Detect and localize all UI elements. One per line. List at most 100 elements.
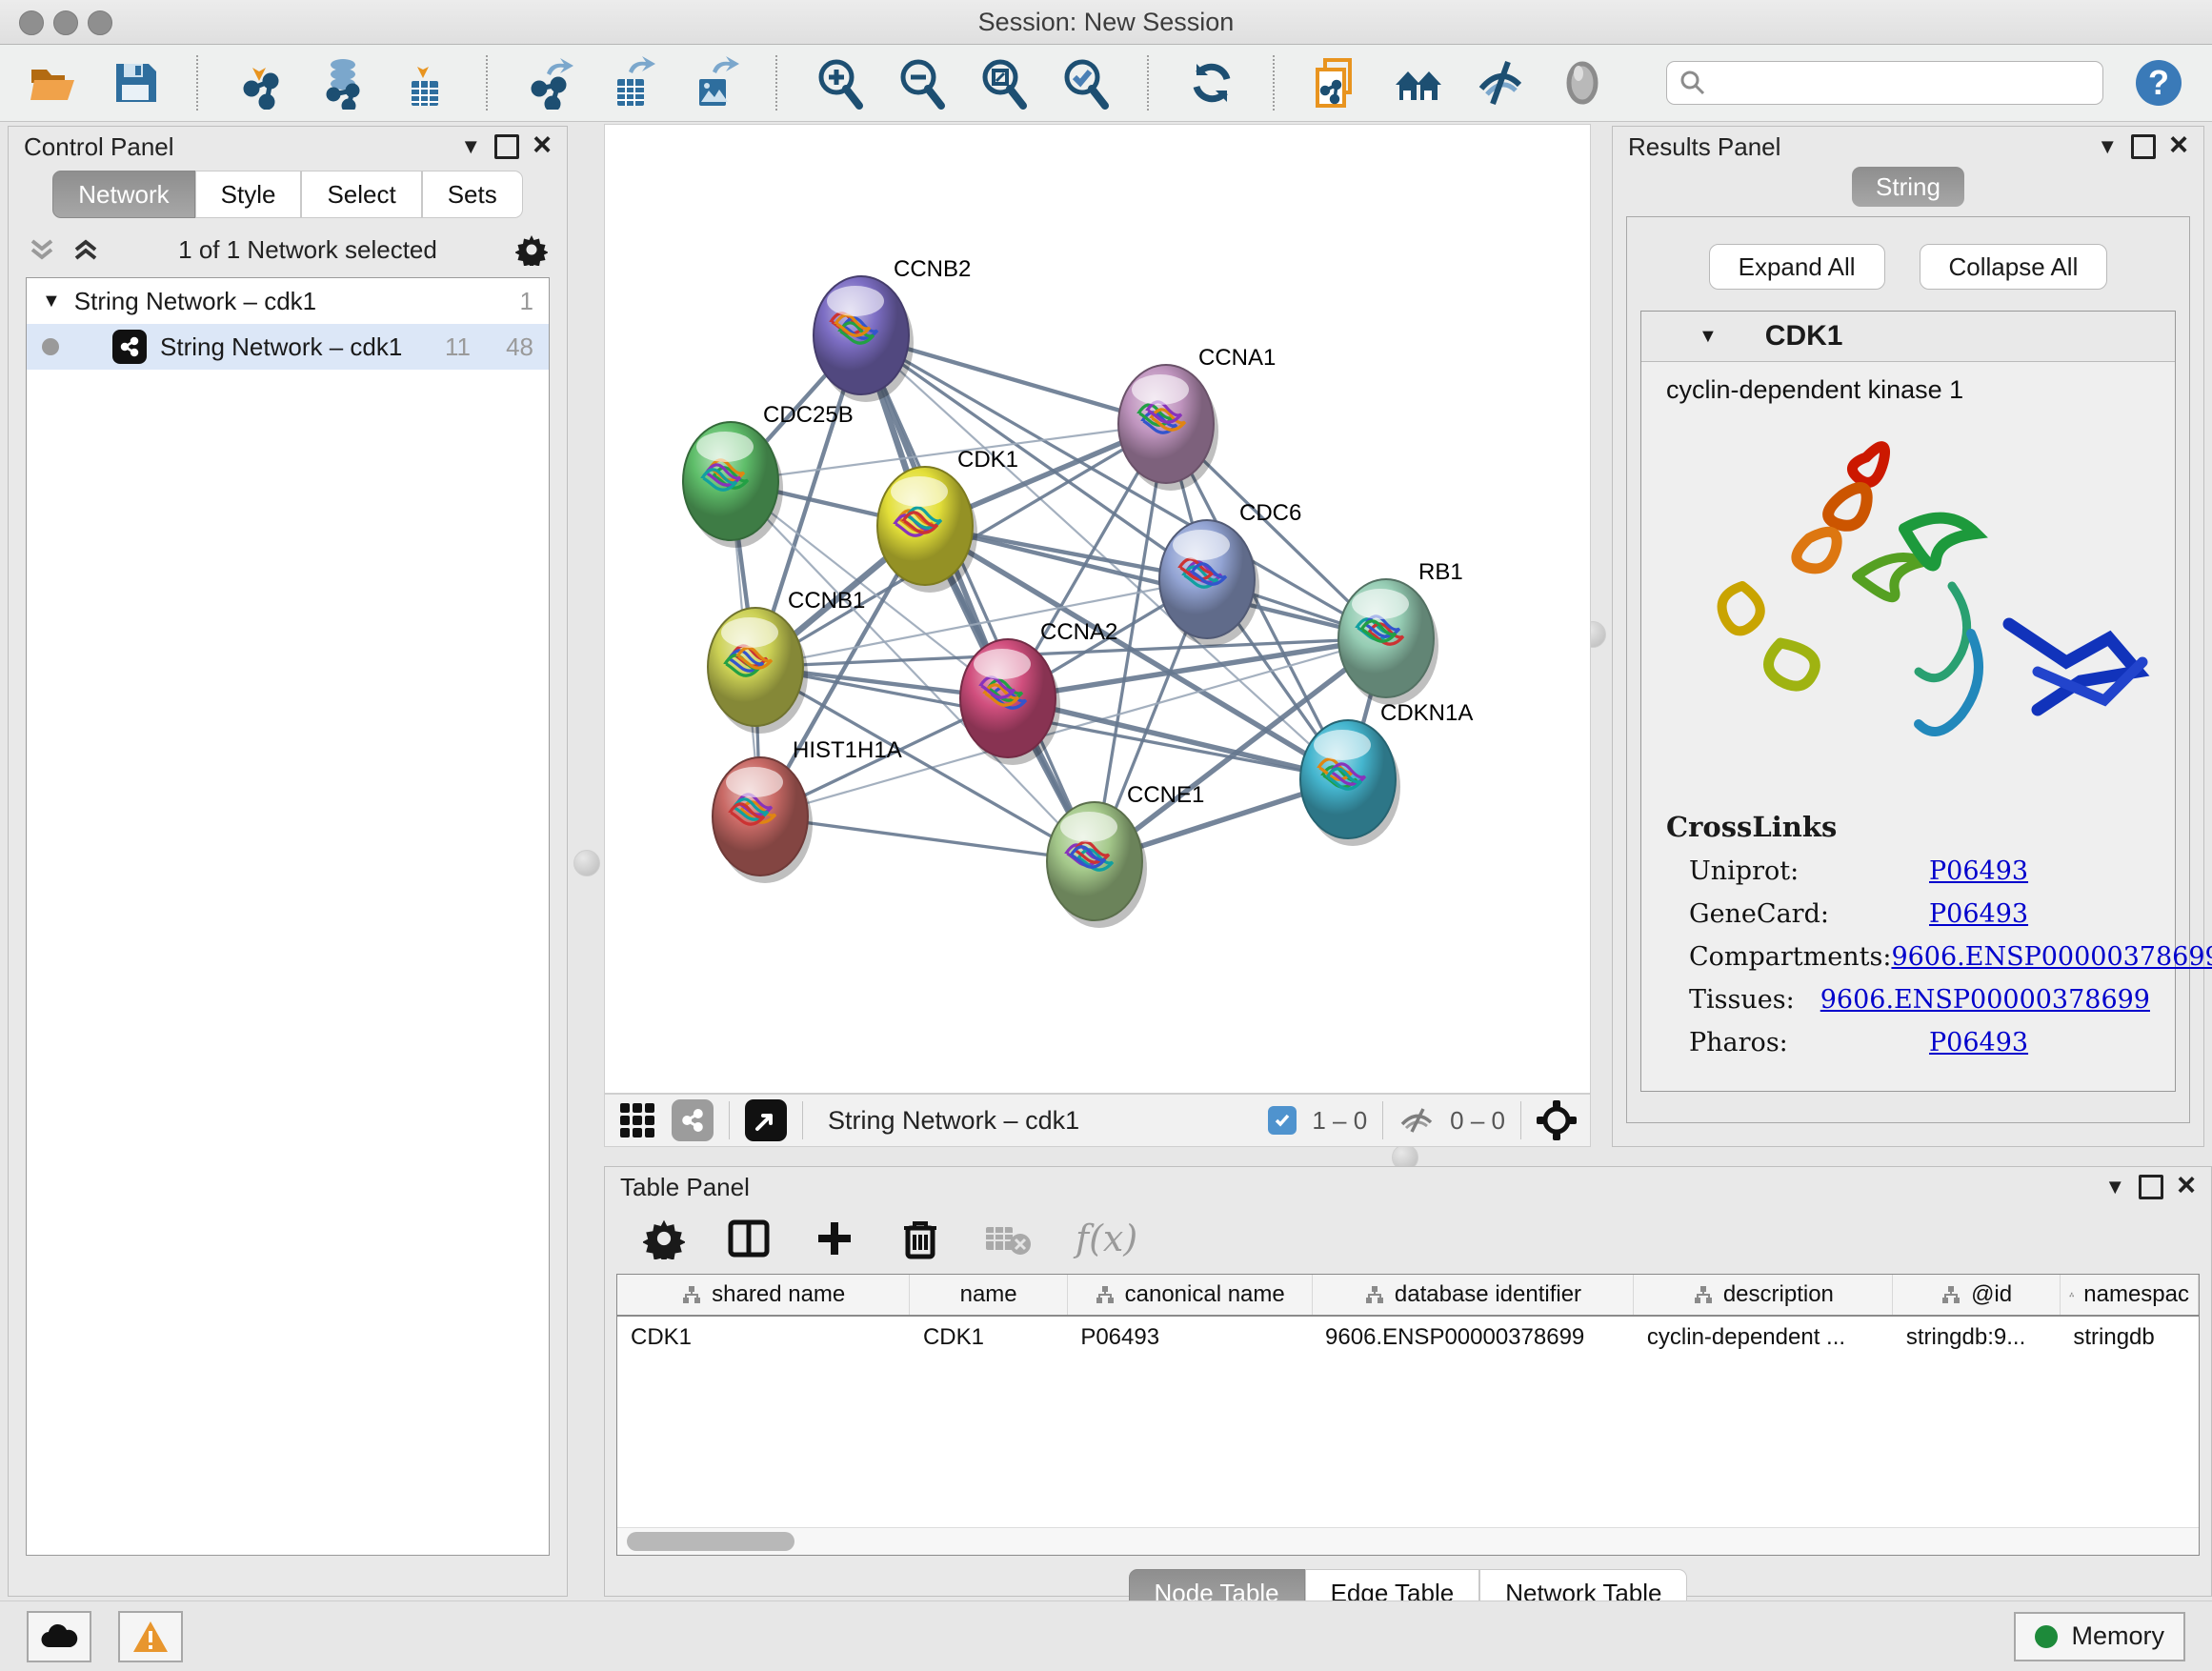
- node-cdc6[interactable]: CDC6: [1159, 500, 1301, 646]
- node-ccnb2[interactable]: CCNB2: [814, 256, 971, 402]
- table-cell[interactable]: 9606.ENSP00000378699: [1312, 1316, 1634, 1359]
- node-details-section: ▼ CDK1 cyclin-dependent kinase 1 CrossLi…: [1640, 311, 2176, 1092]
- crosslinks-heading: CrossLinks: [1666, 811, 2150, 843]
- tab-sets[interactable]: Sets: [422, 171, 523, 218]
- gear-icon[interactable]: [515, 233, 548, 266]
- expand-all-button[interactable]: Expand All: [1709, 244, 1885, 290]
- home-icon[interactable]: [1392, 55, 1445, 111]
- tab-select[interactable]: Select: [301, 171, 421, 218]
- left-splitter-handle[interactable]: [573, 850, 600, 876]
- delete-column-icon[interactable]: [898, 1217, 942, 1260]
- hide-selected-icon[interactable]: [1474, 55, 1527, 111]
- column-header-database-identifier[interactable]: database identifier: [1312, 1275, 1634, 1316]
- show-columns-icon[interactable]: [727, 1217, 771, 1260]
- network-view-icon[interactable]: [672, 1099, 714, 1141]
- panel-close-icon[interactable]: ×: [2177, 1169, 2196, 1201]
- warning-icon: [131, 1620, 170, 1654]
- table-cell[interactable]: P06493: [1067, 1316, 1312, 1359]
- refresh-icon[interactable]: [1185, 55, 1238, 111]
- warning-button[interactable]: [118, 1611, 183, 1662]
- tree-expand-icon[interactable]: ▼: [42, 291, 61, 312]
- tab-style[interactable]: Style: [195, 171, 302, 218]
- window-title: Session: New Session: [0, 8, 2212, 37]
- zoom-fit-icon[interactable]: [977, 55, 1031, 111]
- help-icon[interactable]: ?: [2132, 55, 2185, 111]
- zoom-selected-icon[interactable]: [1059, 55, 1113, 111]
- panel-float-icon[interactable]: [2139, 1175, 2163, 1199]
- panel-close-icon[interactable]: ×: [533, 129, 552, 161]
- save-session-icon[interactable]: [109, 55, 162, 111]
- node-ccna1[interactable]: CCNA1: [1118, 345, 1276, 491]
- export-image-icon[interactable]: [688, 55, 741, 111]
- node-hist1h1a[interactable]: HIST1H1A: [713, 737, 902, 883]
- column-header-name[interactable]: name: [910, 1275, 1067, 1316]
- table-hscrollbar[interactable]: [617, 1527, 2199, 1555]
- edge-ccnb2-ccne1[interactable]: [861, 335, 1095, 861]
- network-collection-row[interactable]: ▼ String Network – cdk1 1: [27, 278, 549, 324]
- tab-network[interactable]: Network: [52, 171, 194, 218]
- column-header-canonical-name[interactable]: canonical name: [1067, 1275, 1312, 1316]
- cloud-button[interactable]: [27, 1611, 91, 1662]
- node-label: CDC6: [1239, 500, 1301, 526]
- zoom-out-icon[interactable]: [895, 55, 949, 111]
- collapse-all-icon[interactable]: [28, 235, 56, 264]
- import-network-icon[interactable]: [234, 55, 288, 111]
- birdseye-icon[interactable]: [1537, 1100, 1577, 1140]
- table-cell[interactable]: stringdb: [2060, 1316, 2198, 1359]
- table-settings-gear-icon[interactable]: [643, 1218, 685, 1259]
- node-ccnb1[interactable]: CCNB1: [708, 588, 865, 734]
- crosslink-link[interactable]: 9606.ENSP00000378699: [1820, 985, 2150, 1015]
- table-cell[interactable]: cyclin-dependent ...: [1634, 1316, 1893, 1359]
- export-table-icon[interactable]: [606, 55, 659, 111]
- crosslink-link[interactable]: P06493: [1929, 856, 2028, 886]
- hidden-counts: 0 – 0: [1450, 1106, 1505, 1136]
- hscrollbar-thumb[interactable]: [627, 1532, 794, 1551]
- search-input[interactable]: [1666, 61, 2103, 105]
- panel-float-icon[interactable]: [494, 134, 519, 159]
- column-header-@id[interactable]: @id: [1893, 1275, 2061, 1316]
- node-cdc25b[interactable]: CDC25B: [683, 402, 854, 548]
- selected-checkbox-icon[interactable]: [1268, 1106, 1297, 1135]
- panel-collapse-icon[interactable]: ▼: [2097, 136, 2118, 157]
- table-cell[interactable]: CDK1: [617, 1316, 910, 1359]
- export-network-icon[interactable]: [524, 55, 577, 111]
- delete-table-icon[interactable]: [984, 1219, 1034, 1258]
- panel-float-icon[interactable]: [2131, 134, 2156, 159]
- annotation-icon[interactable]: [1310, 55, 1363, 111]
- panel-close-icon[interactable]: ×: [2169, 129, 2188, 161]
- panel-collapse-icon[interactable]: ▼: [2104, 1177, 2125, 1198]
- section-expand-icon[interactable]: ▼: [1699, 326, 1718, 348]
- expand-all-icon[interactable]: [71, 235, 100, 264]
- zoom-in-icon[interactable]: [814, 55, 867, 111]
- open-session-icon[interactable]: [27, 55, 80, 111]
- table-row[interactable]: CDK1CDK1P064939606.ENSP00000378699cyclin…: [617, 1316, 2199, 1359]
- panel-collapse-icon[interactable]: ▼: [460, 136, 481, 157]
- node-label: HIST1H1A: [793, 737, 902, 763]
- memory-button[interactable]: Memory: [2014, 1612, 2185, 1661]
- node-label: CCNB2: [894, 256, 971, 282]
- collapse-all-button[interactable]: Collapse All: [1920, 244, 2108, 290]
- table-cell[interactable]: stringdb:9...: [1893, 1316, 2061, 1359]
- toolbar-separator: [1147, 55, 1151, 111]
- import-database-icon[interactable]: [316, 55, 370, 111]
- network-canvas[interactable]: CCNB2CCNA1CDC25BCDK1CDC6RB1CCNB1CCNA2CDK…: [604, 124, 1591, 1094]
- add-column-icon[interactable]: [813, 1217, 856, 1260]
- table-cell[interactable]: CDK1: [910, 1316, 1067, 1359]
- grid-view-icon[interactable]: [618, 1101, 656, 1139]
- detach-view-icon[interactable]: [745, 1099, 787, 1141]
- show-eye-icon[interactable]: [1556, 55, 1609, 111]
- column-header-shared-name[interactable]: shared name: [617, 1275, 910, 1316]
- tab-string[interactable]: String: [1852, 167, 1964, 207]
- node-rb1[interactable]: RB1: [1338, 559, 1463, 705]
- node-details-header[interactable]: ▼ CDK1: [1641, 312, 2175, 362]
- import-table-icon[interactable]: [398, 55, 452, 111]
- crosslink-link[interactable]: 9606.ENSP00000378699: [1891, 942, 2212, 972]
- column-header-namespac[interactable]: namespac: [2060, 1275, 2198, 1316]
- crosslink-link[interactable]: P06493: [1929, 899, 2028, 929]
- column-header-description[interactable]: description: [1634, 1275, 1893, 1316]
- function-builder-button[interactable]: f(x): [1076, 1218, 1137, 1259]
- crosslink-link[interactable]: P06493: [1929, 1028, 2028, 1057]
- node-cdkn1a[interactable]: CDKN1A: [1300, 700, 1473, 846]
- network-row[interactable]: String Network – cdk1 11 48: [27, 324, 549, 370]
- crosslink-row: Pharos:P06493: [1689, 1028, 2150, 1057]
